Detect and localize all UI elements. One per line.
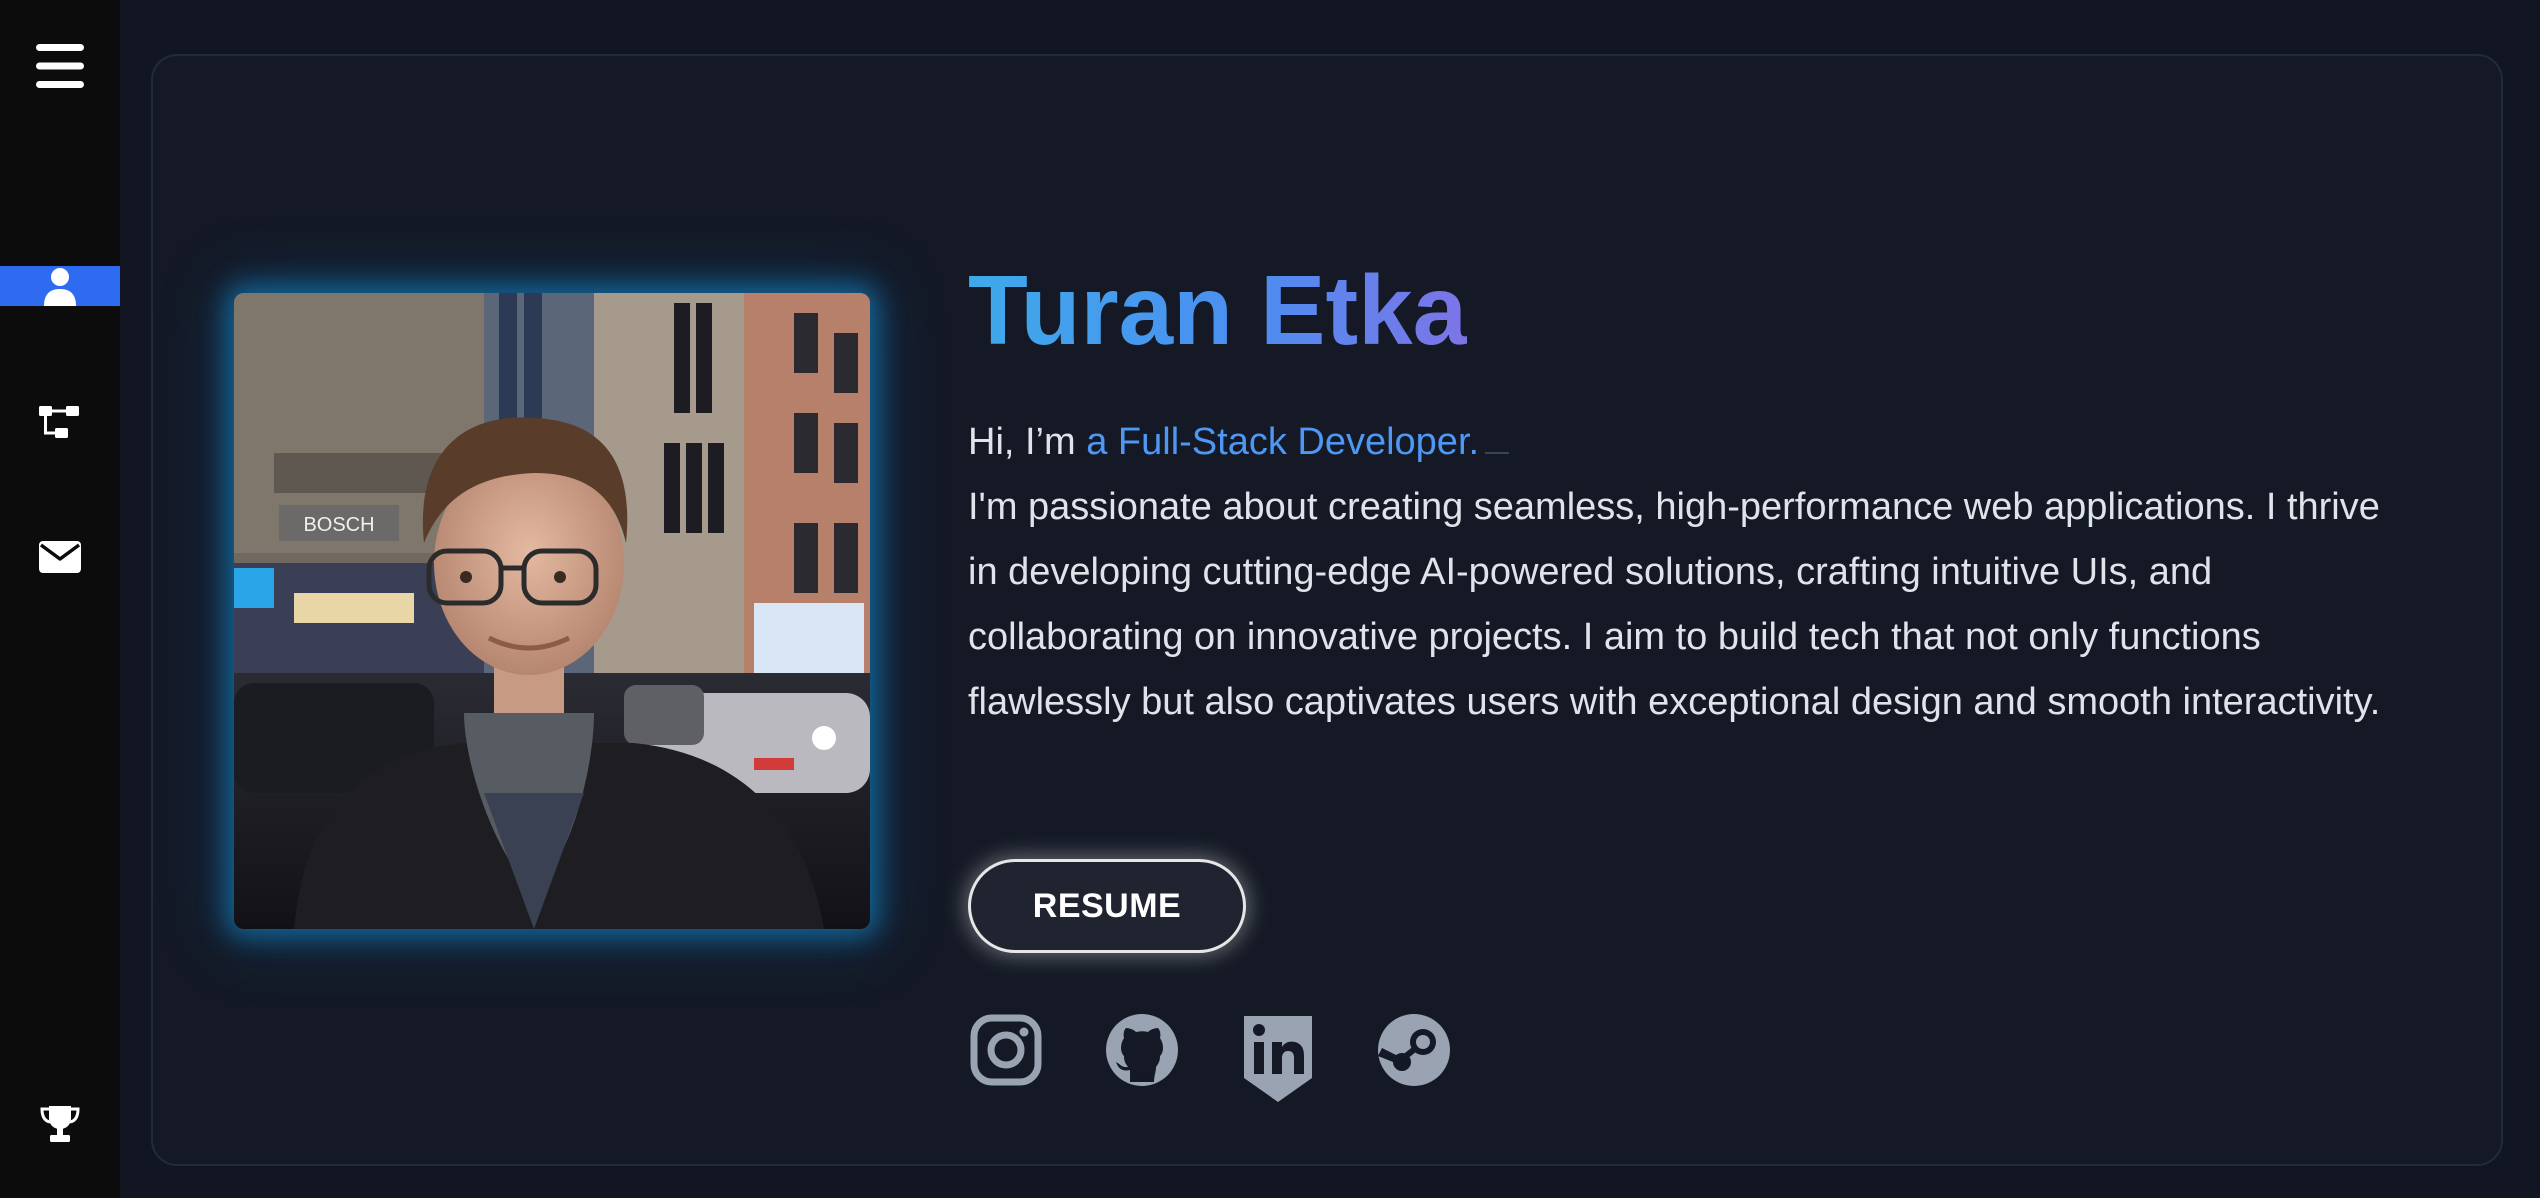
- bio-paragraph: I'm passionate about creating seamless, …: [968, 486, 2381, 723]
- linkedin-icon: [1244, 1016, 1312, 1102]
- user-icon: [44, 268, 76, 306]
- photo-sign-text: BOSCH: [303, 514, 374, 536]
- sidebar-item-projects[interactable]: [0, 400, 120, 444]
- steam-link[interactable]: [1376, 1012, 1452, 1088]
- instagram-icon: [970, 1014, 1042, 1086]
- envelope-icon: [39, 541, 81, 573]
- intro: Hi, I’m a Full-Stack Developer. I'm pass…: [968, 410, 2408, 735]
- sidebar: [0, 0, 120, 1198]
- page-title: Turan Etka: [968, 250, 1467, 370]
- linkedin-link[interactable]: [1240, 1012, 1316, 1104]
- sidebar-item-achievements[interactable]: [0, 1102, 120, 1146]
- menu-button[interactable]: [0, 38, 120, 94]
- greeting: Hi, I’m: [968, 421, 1087, 463]
- github-icon: [1106, 1014, 1178, 1086]
- greeting-line: Hi, I’m a Full-Stack Developer.: [968, 410, 2408, 475]
- resume-button[interactable]: RESUME: [968, 859, 1246, 953]
- menu-icon: [36, 44, 84, 88]
- sidebar-item-about[interactable]: [0, 266, 120, 306]
- typing-cursor: [1485, 452, 1510, 454]
- sidebar-item-contact[interactable]: [0, 535, 120, 579]
- trophy-icon: [40, 1106, 80, 1142]
- sitemap-icon: [39, 406, 79, 438]
- steam-icon: [1378, 1014, 1450, 1086]
- profile-photo: BOSCH: [234, 293, 870, 929]
- role-typewriter: a Full-Stack Developer.: [1086, 421, 1480, 463]
- github-link[interactable]: [1104, 1012, 1180, 1088]
- instagram-link[interactable]: [968, 1012, 1044, 1088]
